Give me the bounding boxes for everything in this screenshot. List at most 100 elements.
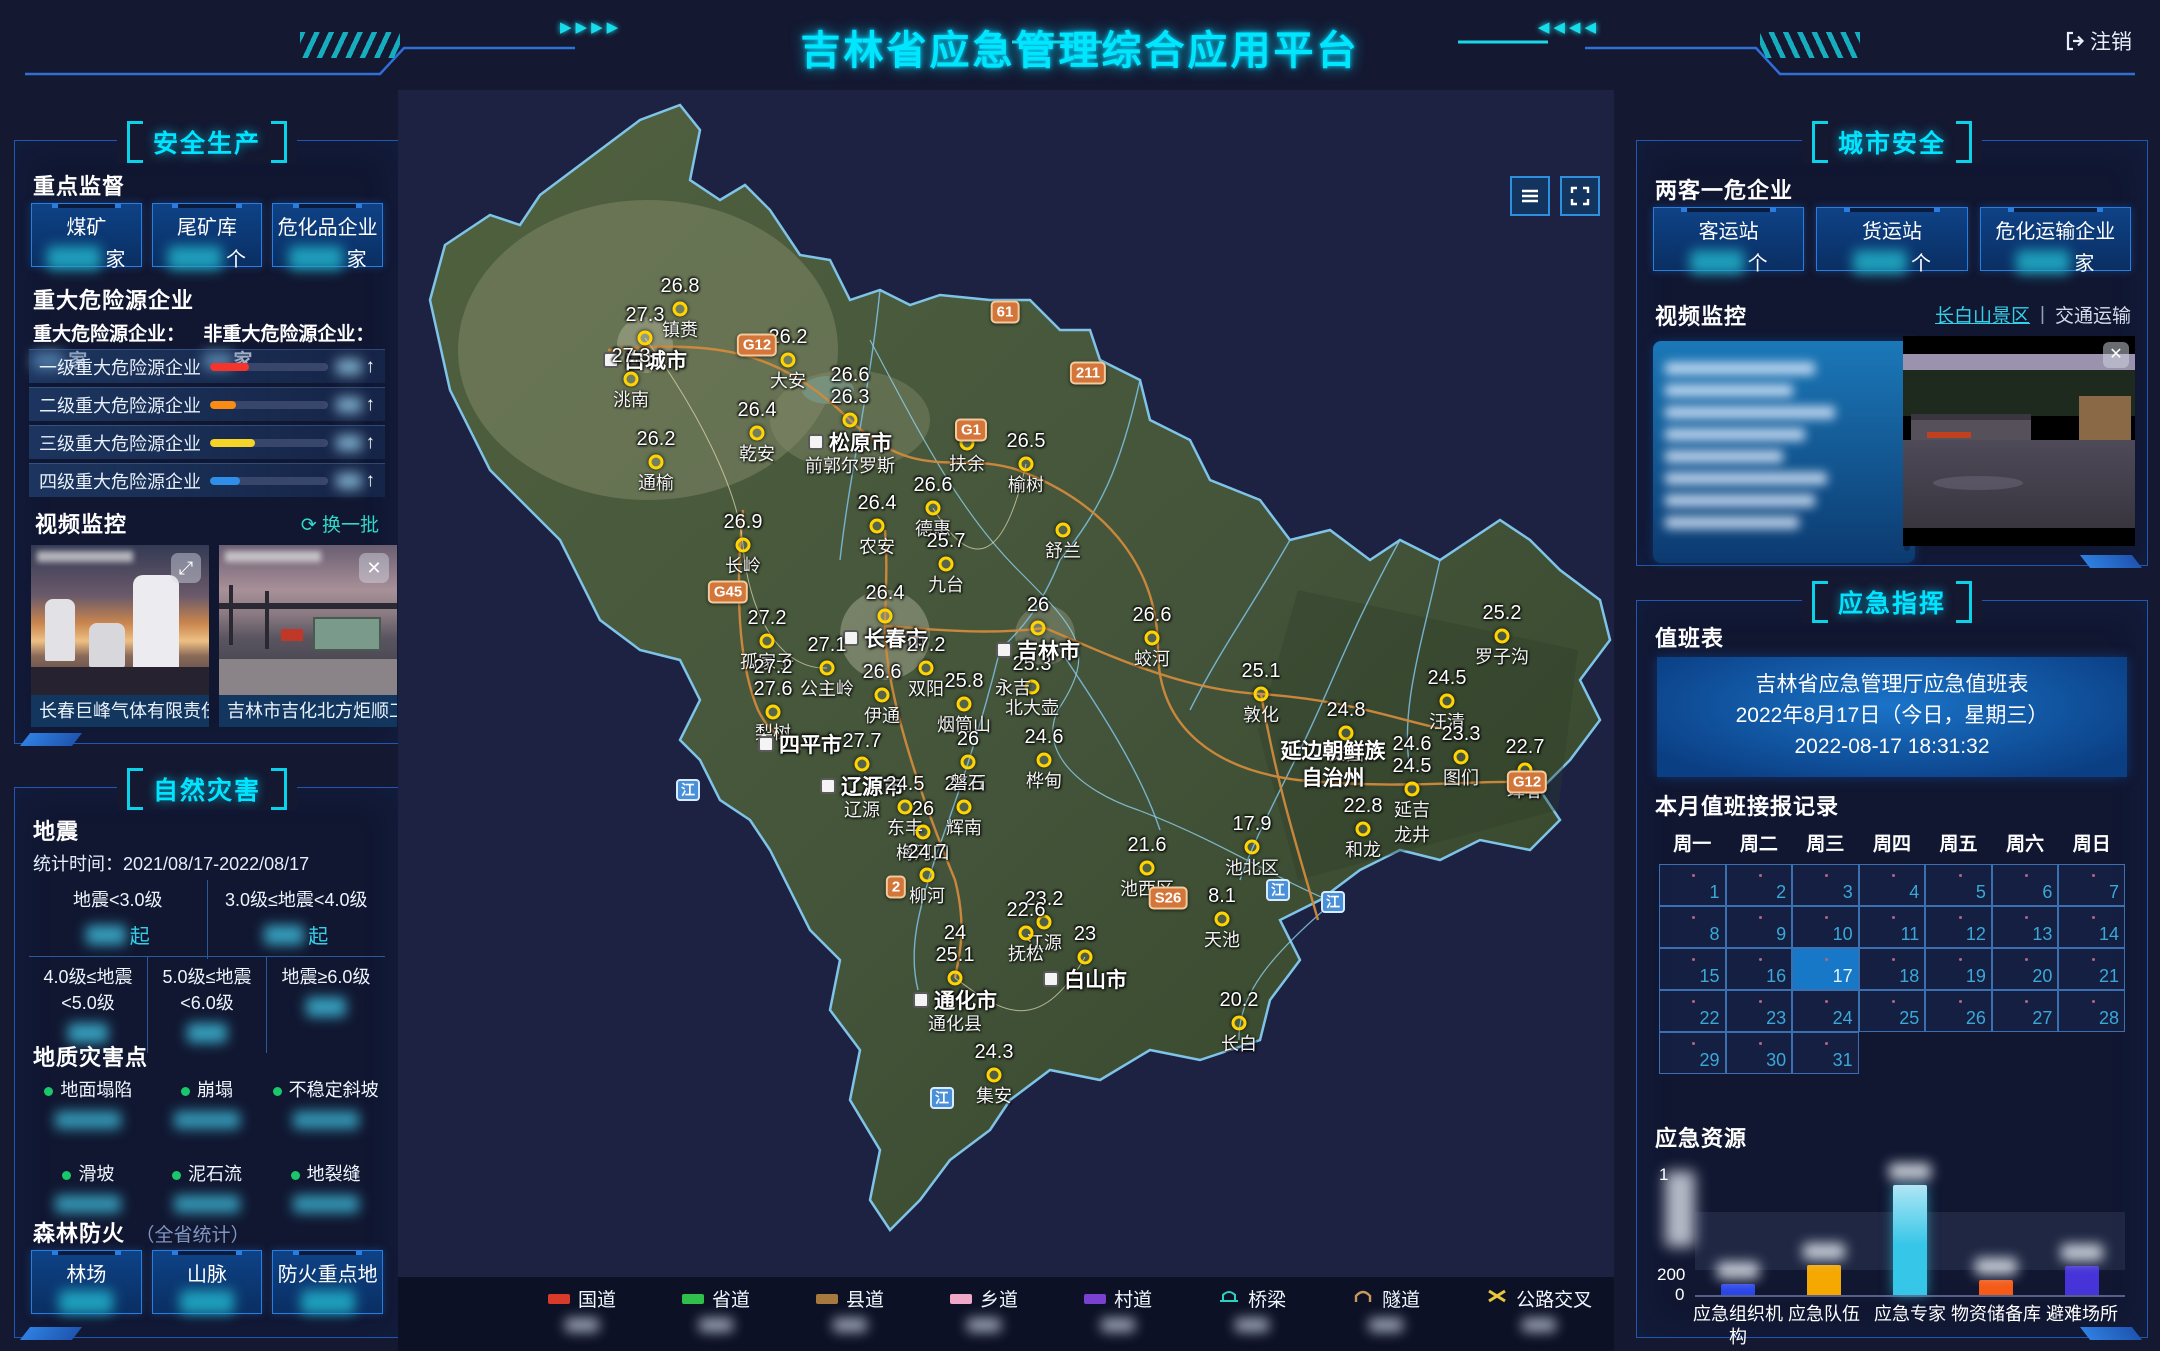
map-marker-dot[interactable] <box>957 800 972 815</box>
calendar-day-19[interactable]: 19 <box>1925 948 1992 990</box>
map-marker-dot[interactable] <box>1037 753 1052 768</box>
map-marker-dot[interactable] <box>926 501 941 516</box>
live-video-player[interactable]: ✕ <box>1903 336 2135 546</box>
close-icon[interactable]: ✕ <box>2103 342 2129 368</box>
map-marker-dot[interactable] <box>1254 687 1269 702</box>
calendar-day-22[interactable]: 22 <box>1659 990 1726 1032</box>
map-marker-dot[interactable] <box>820 661 835 676</box>
calendar-day-2[interactable]: 2 <box>1726 864 1793 906</box>
calendar-day-30[interactable]: 30 <box>1726 1032 1793 1074</box>
calendar-day-29[interactable]: 29 <box>1659 1032 1726 1074</box>
map-marker-dot[interactable] <box>961 755 976 770</box>
calendar-day-23[interactable]: 23 <box>1726 990 1793 1032</box>
camera-list-item[interactable] <box>1665 494 1815 507</box>
logout-button[interactable]: 注销 <box>2065 26 2132 56</box>
layers-menu-button[interactable] <box>1510 176 1550 216</box>
map-marker-dot[interactable] <box>916 825 931 840</box>
map-marker-dot[interactable] <box>1215 912 1230 927</box>
camera-thumbnail-1[interactable]: ⤢ 长春巨峰气体有限责任公司 <box>31 545 209 727</box>
map-marker-dot[interactable] <box>875 688 890 703</box>
link-traffic[interactable]: 交通运输 <box>2055 301 2131 328</box>
calendar-day-16[interactable]: 16 <box>1726 948 1793 990</box>
fullscreen-button[interactable] <box>1560 176 1600 216</box>
map-marker-dot[interactable] <box>870 519 885 534</box>
map-marker-dot[interactable] <box>1056 523 1071 538</box>
calendar-day-20[interactable]: 20 <box>1992 948 2059 990</box>
calendar-day-1[interactable]: 1 <box>1659 864 1726 906</box>
map-marker-dot[interactable] <box>1019 926 1034 941</box>
map-marker-dot[interactable] <box>649 455 664 470</box>
camera-list-item[interactable] <box>1665 362 1815 375</box>
camera-list-item[interactable] <box>1665 450 1783 463</box>
map-marker-dot[interactable] <box>855 757 870 772</box>
supervision-stat-煤矿[interactable]: 煤矿家 <box>31 203 142 267</box>
calendar-day-28[interactable]: 28 <box>2058 990 2125 1032</box>
map-marker-dot[interactable] <box>878 609 893 624</box>
map-marker-dot[interactable] <box>1019 457 1034 472</box>
calendar-day-11[interactable]: 11 <box>1859 906 1926 948</box>
refresh-batch-button[interactable]: ⟳ 换一批 <box>301 510 379 537</box>
forest-stat-林场[interactable]: 林场 <box>31 1250 142 1314</box>
map-marker-dot[interactable] <box>781 353 796 368</box>
camera-thumbnail-2[interactable]: ✕ 吉林市吉化北方炬顺工贸责任… <box>219 545 397 727</box>
map-marker-dot[interactable] <box>673 302 688 317</box>
map-marker-dot[interactable] <box>1145 631 1160 646</box>
forest-stat-防火重点地[interactable]: 防火重点地 <box>272 1250 383 1314</box>
forest-stat-山脉[interactable]: 山脉 <box>152 1250 263 1314</box>
expand-icon[interactable]: ⤢ <box>171 553 201 583</box>
map-marker-dot[interactable] <box>1245 840 1260 855</box>
camera-list-item[interactable] <box>1665 406 1835 419</box>
calendar-day-24[interactable]: 24 <box>1792 990 1859 1032</box>
map-marker-dot[interactable] <box>766 705 781 720</box>
calendar-day-14[interactable]: 14 <box>2058 906 2125 948</box>
map-marker-dot[interactable] <box>898 800 913 815</box>
supervision-stat-尾矿库[interactable]: 尾矿库个 <box>152 203 263 267</box>
map-marker-dot[interactable] <box>1405 782 1420 797</box>
map-marker-dot[interactable] <box>1454 750 1469 765</box>
map-marker-dot[interactable] <box>638 331 653 346</box>
map-marker-dot[interactable] <box>1232 1016 1247 1031</box>
camera-list-item[interactable] <box>1665 384 1793 397</box>
calendar-day-5[interactable]: 5 <box>1925 864 1992 906</box>
province-map[interactable]: 26.8镇赉27.3白城市27.3洮南26.2大安26.2通榆26.4乾安26.… <box>398 90 1614 1351</box>
camera-list-item[interactable] <box>1665 472 1827 485</box>
calendar-day-3[interactable]: 3 <box>1792 864 1859 906</box>
fleet-stat-危化运输企业[interactable]: 危化运输企业家 <box>1980 207 2131 271</box>
map-marker-dot[interactable] <box>1078 950 1093 965</box>
camera-list-item[interactable] <box>1665 516 1799 529</box>
calendar-day-6[interactable]: 6 <box>1992 864 2059 906</box>
fleet-stat-货运站[interactable]: 货运站个 <box>1816 207 1967 271</box>
map-marker-dot[interactable] <box>624 372 639 387</box>
calendar-day-13[interactable]: 13 <box>1992 906 2059 948</box>
calendar-day-27[interactable]: 27 <box>1992 990 2059 1032</box>
calendar-day-31[interactable]: 31 <box>1792 1032 1859 1074</box>
close-icon[interactable]: ✕ <box>359 553 389 583</box>
calendar-day-18[interactable]: 18 <box>1859 948 1926 990</box>
map-marker-dot[interactable] <box>750 426 765 441</box>
map-marker-dot[interactable] <box>1031 621 1046 636</box>
map-marker-dot[interactable] <box>736 538 751 553</box>
calendar-day-26[interactable]: 26 <box>1925 990 1992 1032</box>
camera-list-item[interactable] <box>1665 428 1805 441</box>
calendar-day-7[interactable]: 7 <box>2058 864 2125 906</box>
supervision-stat-危化品企业[interactable]: 危化品企业家 <box>272 203 383 267</box>
map-marker-dot[interactable] <box>1495 629 1510 644</box>
map-marker-dot[interactable] <box>1356 822 1371 837</box>
map-marker-dot[interactable] <box>939 557 954 572</box>
map-marker-dot[interactable] <box>843 413 858 428</box>
map-marker-dot[interactable] <box>760 634 775 649</box>
calendar-day-8[interactable]: 8 <box>1659 906 1726 948</box>
map-marker-dot[interactable] <box>1140 861 1155 876</box>
calendar-day-21[interactable]: 21 <box>2058 948 2125 990</box>
calendar-day-17[interactable]: 17 <box>1792 948 1859 990</box>
map-marker-dot[interactable] <box>919 661 934 676</box>
calendar-day-12[interactable]: 12 <box>1925 906 1992 948</box>
calendar-day-10[interactable]: 10 <box>1792 906 1859 948</box>
map-marker-dot[interactable] <box>987 1068 1002 1083</box>
link-changbaishan[interactable]: 长白山景区 <box>1935 301 2030 328</box>
calendar-day-9[interactable]: 9 <box>1726 906 1793 948</box>
calendar-day-15[interactable]: 15 <box>1659 948 1726 990</box>
map-marker-dot[interactable] <box>1440 694 1455 709</box>
calendar-day-4[interactable]: 4 <box>1859 864 1926 906</box>
map-marker-dot[interactable] <box>920 868 935 883</box>
